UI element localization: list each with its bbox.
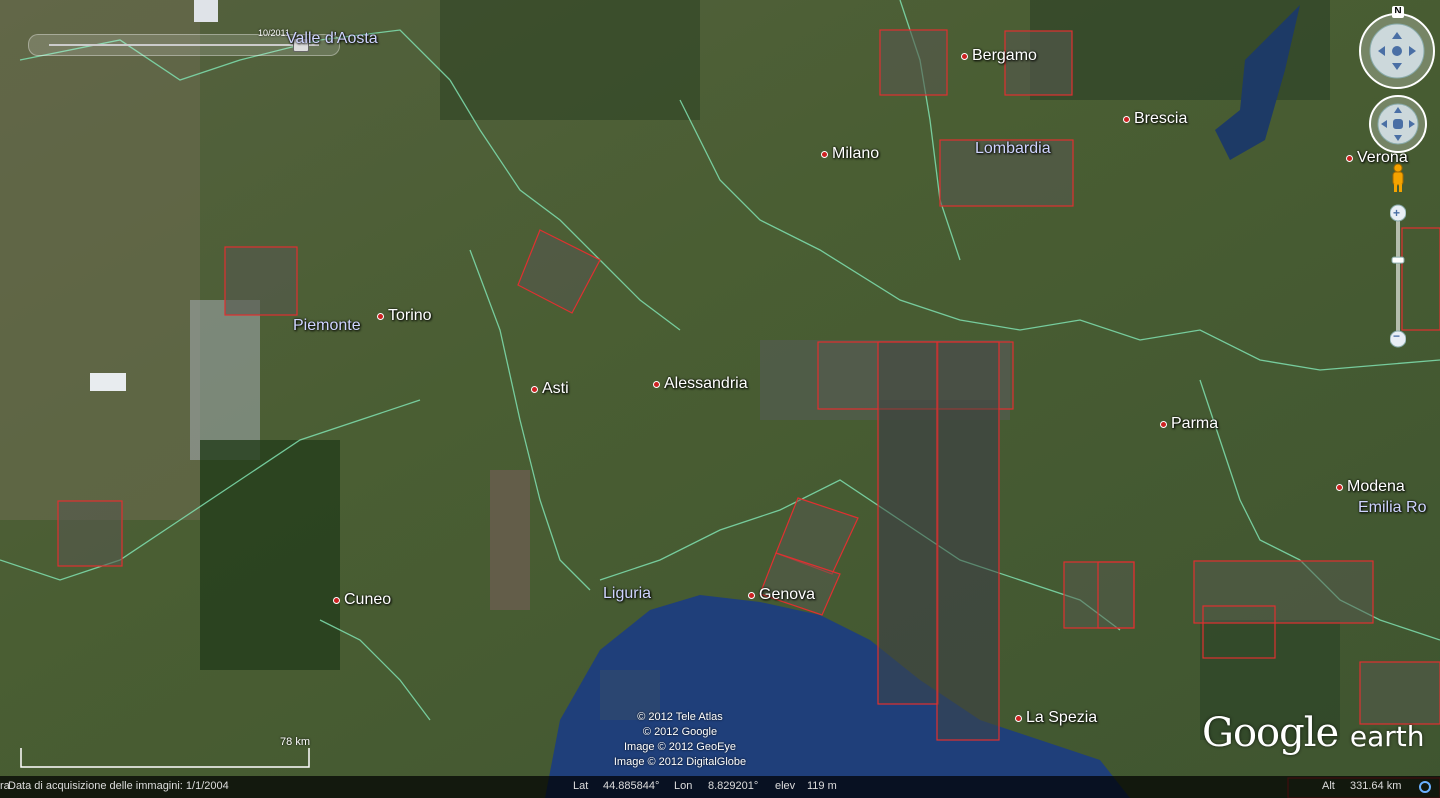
city-label: Torino xyxy=(388,307,432,324)
elev-value: 119 m xyxy=(807,780,837,792)
alt-label: Alt xyxy=(1322,780,1335,792)
zoom-slider-thumb xyxy=(1391,256,1405,264)
city-label: Asti xyxy=(542,380,569,397)
city-asti[interactable]: Asti xyxy=(531,380,569,398)
status-bar: ra Data di acquisizione delle immagini: … xyxy=(0,776,1440,798)
scale-label: 78 km xyxy=(280,736,310,748)
logo-main-text: Google xyxy=(1202,710,1339,756)
city-brescia[interactable]: Brescia xyxy=(1123,110,1187,128)
city-marker-icon xyxy=(1336,483,1343,491)
credit-line: Image © 2012 DigitalGlobe xyxy=(613,756,747,768)
city-label: Genova xyxy=(759,586,816,603)
scale-bar-graphic xyxy=(20,748,310,768)
satellite-map[interactable] xyxy=(0,0,1440,798)
zoom-in-button[interactable]: + xyxy=(1393,206,1400,220)
city-label: Milano xyxy=(832,145,880,162)
credit-line: Image © 2012 GeoEye xyxy=(623,741,737,753)
city-label: Cuneo xyxy=(344,591,392,608)
region-label-piemonte: Piemonte xyxy=(293,317,361,334)
city-label: Modena xyxy=(1347,478,1405,495)
city-milano[interactable]: Milano xyxy=(821,145,879,163)
move-joystick-icon[interactable] xyxy=(1368,94,1428,154)
region-label-liguria: Liguria xyxy=(603,585,652,602)
city-marker-icon xyxy=(961,52,968,60)
look-joystick-icon[interactable] xyxy=(1358,12,1436,90)
city-marker-icon xyxy=(531,385,538,393)
google-earth-logo: Google earth xyxy=(1202,710,1425,756)
city-marker-icon xyxy=(333,596,340,604)
zoom-out-button[interactable]: − xyxy=(1393,329,1400,343)
city-torino[interactable]: Torino xyxy=(377,307,432,325)
city-label: Parma xyxy=(1171,415,1219,432)
city-marker-icon xyxy=(1015,714,1022,722)
logo-suffix-text: earth xyxy=(1349,720,1425,753)
city-label: Alessandria xyxy=(664,375,748,392)
lat-label: Lat xyxy=(573,780,589,792)
street-view-pegman-icon[interactable] xyxy=(1389,163,1407,193)
city-bergamo[interactable]: Bergamo xyxy=(961,47,1037,65)
city-marker-icon xyxy=(1346,154,1353,162)
city-marker-icon xyxy=(821,150,828,158)
city-label: La Spezia xyxy=(1026,709,1098,726)
region-label-lombardia: Lombardia xyxy=(975,140,1051,157)
city-label: Bergamo xyxy=(972,47,1037,64)
region-label-emilia-romagna: Emilia Ro xyxy=(1358,499,1427,516)
city-marker-icon xyxy=(1160,420,1167,428)
region-label-valle-daosta: Valle d'Aosta xyxy=(286,30,378,47)
credit-line: © 2012 Google xyxy=(642,726,718,738)
imagery-credits: © 2012 Tele Atlas © 2012 Google Image © … xyxy=(560,710,800,770)
city-parma[interactable]: Parma xyxy=(1160,415,1218,433)
city-marker-icon xyxy=(653,380,660,388)
streaming-progress-icon xyxy=(1419,781,1431,793)
city-marker-icon xyxy=(377,312,384,320)
elev-label: elev xyxy=(775,780,796,792)
scale-bar: 78 km xyxy=(20,736,310,768)
city-la-spezia[interactable]: La Spezia xyxy=(1015,709,1097,727)
credit-line: © 2012 Tele Atlas xyxy=(637,711,723,723)
city-cuneo[interactable]: Cuneo xyxy=(333,591,391,609)
city-marker-icon xyxy=(1123,115,1130,123)
zoom-slider[interactable] xyxy=(1390,204,1406,349)
lon-value: 8.829201° xyxy=(708,780,759,792)
time-slider-track xyxy=(49,44,319,46)
city-label: Brescia xyxy=(1134,110,1188,127)
city-genova[interactable]: Genova xyxy=(748,586,815,604)
lon-label: Lon xyxy=(674,780,693,792)
city-modena[interactable]: Modena xyxy=(1336,478,1405,496)
lat-value: 44.885844° xyxy=(603,780,660,792)
imagery-date: Data di acquisizione delle immagini: 1/1… xyxy=(8,780,229,792)
alt-value: 331.64 km xyxy=(1350,780,1402,792)
city-marker-icon xyxy=(748,591,755,599)
city-alessandria[interactable]: Alessandria xyxy=(653,375,748,393)
